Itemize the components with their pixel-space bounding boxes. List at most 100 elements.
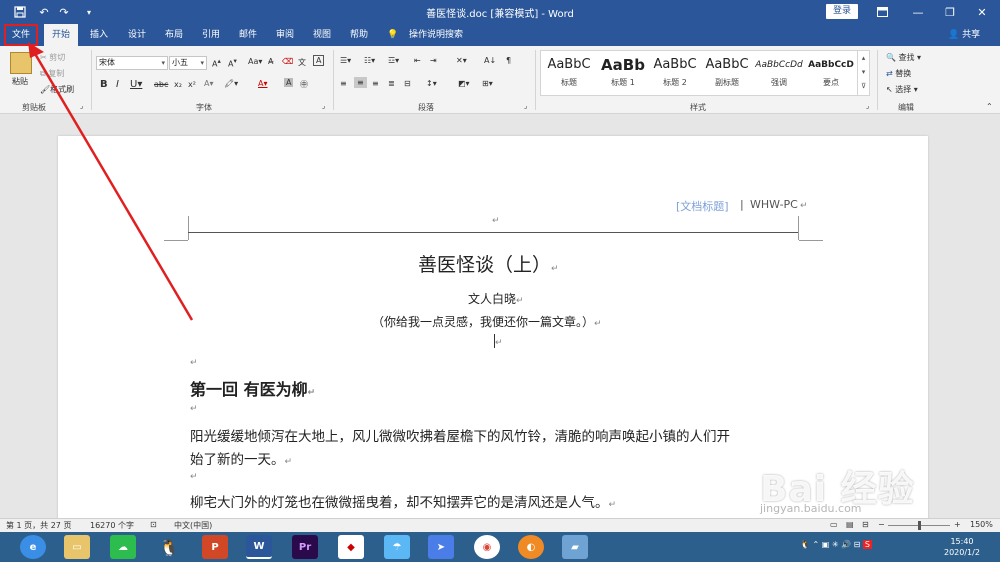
show-marks-icon[interactable]: ¶ [506,56,511,65]
tab-layout[interactable]: 布局 [157,24,191,46]
zoom-in-icon[interactable]: + [954,520,961,529]
header-document-title[interactable]: [文档标题] [676,198,729,214]
zoom-out-icon[interactable]: − [878,520,885,529]
wps-icon[interactable]: ◆ [338,535,364,559]
tab-insert[interactable]: 插入 [82,24,116,46]
phonetic-guide-icon[interactable]: 文 [298,57,306,68]
powerpoint-icon[interactable]: P [202,535,228,559]
clipboard-launcher-icon[interactable]: ⌟ [80,102,83,110]
tab-mailings[interactable]: 邮件 [231,24,265,46]
select-button[interactable]: ↖ 选择 ▾ [886,84,918,95]
superscript-icon[interactable]: x² [188,80,196,89]
app-icon[interactable]: ▰ [562,535,588,559]
copy-button[interactable]: ⧉ 复制 [40,68,64,79]
style-subtitle[interactable]: AaBbC 副标题 [701,53,753,93]
body-paragraph-line[interactable]: 阳光缓缓地倾泻在大地上，风儿微微吹拂着屋檐下的风竹铃，清脆的响声唤起小镇的人们开 [190,425,730,445]
tab-file[interactable]: 文件 [4,24,38,46]
numbering-icon[interactable]: ☷▾ [364,56,375,65]
header-pc-name[interactable]: WHW-PC [750,198,798,211]
body-paragraph-line[interactable]: 始了新的一天。↵ [190,448,292,468]
styles-launcher-icon[interactable]: ⌟ [866,102,869,110]
decrease-indent-icon[interactable]: ⇤ [414,56,421,65]
feishu-icon[interactable]: ➤ [428,535,454,559]
print-layout-icon[interactable]: ▤ [846,520,854,529]
justify-icon[interactable]: ≣ [388,79,395,88]
bold-icon[interactable]: B [100,79,108,90]
paste-icon[interactable] [10,52,32,74]
share-button[interactable]: 👤 共享 [948,24,980,46]
chinese-layout-icon[interactable]: ✕▾ [456,56,467,65]
clock[interactable]: 15:40 2020/1/2 [944,536,980,562]
font-size-combo[interactable]: 小五 ▾ [169,56,207,70]
enclose-characters-icon[interactable]: ㊥ [300,79,308,90]
font-name-combo[interactable]: 宋体 ▾ [96,56,168,70]
body-paragraph[interactable]: 柳宅大门外的灯笼也在微微摇曳着，却不知摆弄它的是清风还是人气。↵ [190,491,616,511]
style-heading-1[interactable]: AaBb 标题 1 [597,53,649,93]
style-emphasis[interactable]: AaBbCcDd 强调 [753,53,805,93]
zoom-level[interactable]: 150% [970,520,993,529]
file-explorer-icon[interactable]: ▭ [64,535,90,559]
strikethrough-icon[interactable]: abc [154,80,168,89]
premiere-icon[interactable]: Pr [292,535,318,559]
paragraph-launcher-icon[interactable]: ⌟ [524,102,527,110]
italic-icon[interactable]: I [116,79,119,90]
tab-design[interactable]: 设计 [120,24,154,46]
word-count[interactable]: 16270 个字 [90,520,134,531]
chrome-icon[interactable]: ◉ [474,535,500,559]
grow-font-icon[interactable]: A▴ [212,57,221,69]
align-left-icon[interactable]: ≡ [340,79,347,88]
language-indicator[interactable]: 中文(中国) [174,520,212,531]
document-author[interactable]: 文人白晓↵ [468,290,524,307]
paste-label[interactable]: 粘贴 [12,76,28,87]
browser-360-icon[interactable]: e [20,535,46,559]
tray-icons[interactable]: 🐧 ⌃ ▣ ✳ 🔊 ⊟ S [800,540,872,562]
chapter-heading[interactable]: 第一回 有医为柳↵ [190,376,315,400]
align-center-icon[interactable]: ≡ [354,77,367,88]
format-painter-button[interactable]: 🖌格式刷 [40,84,74,95]
wechat-icon[interactable]: ☁ [110,535,136,559]
underline-icon[interactable]: U▾ [130,79,142,90]
qq-icon[interactable]: 🐧 [156,535,182,559]
tell-me-search[interactable]: 操作说明搜索 [404,24,468,46]
find-button[interactable]: 🔍 查找 ▾ [886,52,921,63]
cloud-app-icon[interactable]: ☂ [384,535,410,559]
zoom-slider-handle[interactable] [918,521,921,530]
document-title[interactable]: 善医怪谈（上）↵ [418,250,559,277]
tab-help[interactable]: 帮助 [342,24,376,46]
font-launcher-icon[interactable]: ⌟ [322,102,325,110]
highlight-icon[interactable]: 🖍▾ [224,79,238,88]
collapse-ribbon-icon[interactable]: ⌃ [986,102,993,111]
align-right-icon[interactable]: ≡ [372,79,379,88]
tab-review[interactable]: 审阅 [268,24,302,46]
multilevel-list-icon[interactable]: ☲▾ [388,56,399,65]
line-spacing-icon[interactable]: ↕▾ [426,79,437,88]
minimize-icon[interactable]: — [900,0,936,24]
style-heading-2[interactable]: AaBbC 标题 2 [649,53,701,93]
distributed-icon[interactable]: ⊟ [404,79,411,88]
tab-view[interactable]: 视图 [305,24,339,46]
login-button[interactable]: 登录 [826,4,858,19]
word-icon[interactable]: W [246,535,272,559]
page-count[interactable]: 第 1 页，共 27 页 [6,520,71,531]
restore-icon[interactable]: ❐ [932,0,968,24]
bullets-icon[interactable]: ☰▾ [340,56,351,65]
ribbon-display-options-icon[interactable] [864,0,900,24]
text-effects-icon[interactable]: A▾ [204,79,214,88]
cut-button[interactable]: ✂ 剪切 [40,52,65,63]
increase-indent-icon[interactable]: ⇥ [430,56,437,65]
proofing-icon[interactable]: ⊡ [150,520,157,529]
eraser-icon[interactable]: ⌫ [282,57,293,66]
character-border-icon[interactable]: A [313,55,325,66]
styles-scroll[interactable]: ▴ ▾ ⊽ [857,51,869,95]
close-icon[interactable]: ✕ [964,0,1000,24]
tab-references[interactable]: 引用 [194,24,228,46]
borders-icon[interactable]: ⊞▾ [482,79,493,88]
clear-format-icon[interactable]: A̶ [268,57,273,66]
web-layout-icon[interactable]: ⊟ [862,520,869,529]
tab-home[interactable]: 开始 [44,24,78,46]
read-mode-icon[interactable]: ▭ [830,520,838,529]
shrink-font-icon[interactable]: A▾ [228,57,237,69]
change-case-icon[interactable]: Aa▾ [248,57,262,66]
subscript-icon[interactable]: x₂ [174,80,182,89]
replace-button[interactable]: ⇄ 替换 [886,68,911,79]
